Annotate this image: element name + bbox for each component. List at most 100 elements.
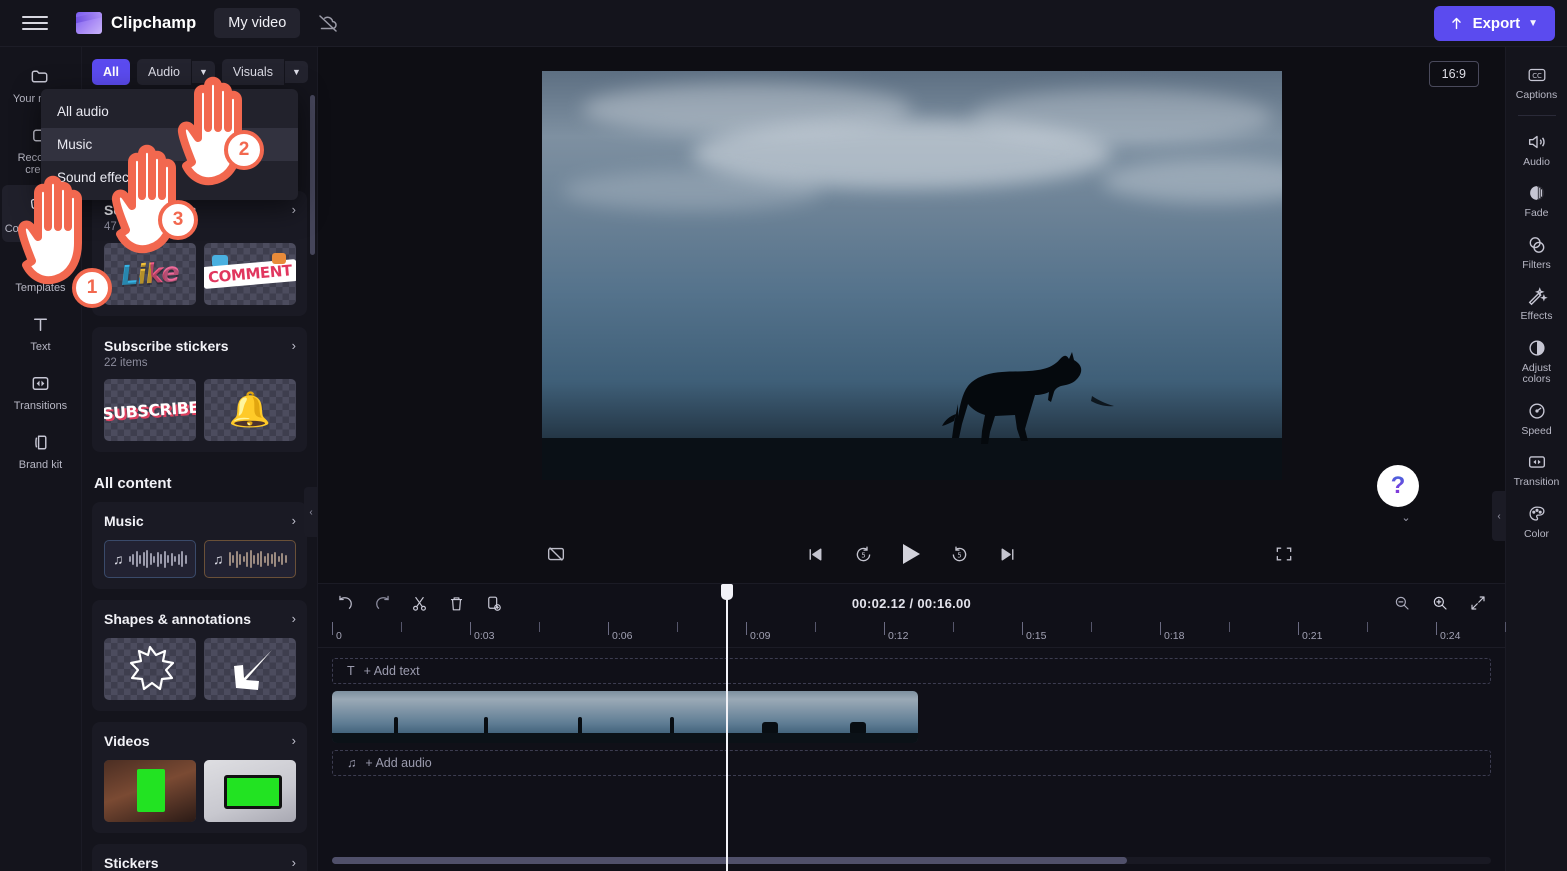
sidebar-label: Transitions: [13, 400, 68, 412]
chevron-right-icon[interactable]: ›: [286, 855, 296, 870]
video-preview[interactable]: [541, 70, 1282, 480]
crop-toggle-button[interactable]: [543, 541, 569, 567]
card-header[interactable]: Videos ›: [104, 733, 296, 750]
skip-start-button[interactable]: [803, 541, 829, 567]
chevron-right-icon[interactable]: ›: [286, 338, 296, 353]
help-button[interactable]: ?: [1377, 465, 1419, 507]
chevron-right-icon[interactable]: ›: [286, 733, 296, 748]
card-title: Videos: [104, 733, 150, 749]
sidebar-label: Brand kit: [18, 459, 63, 471]
chevron-down-icon[interactable]: ▼: [191, 61, 215, 83]
text-icon: [29, 312, 53, 336]
card-sound-effects[interactable]: Sound effects 47 items › Like COMMENT: [92, 191, 307, 316]
right-rail-collapse-handle[interactable]: ‹: [1492, 491, 1506, 541]
play-button[interactable]: [899, 541, 925, 567]
sidebar-item-text[interactable]: Text: [2, 303, 80, 360]
card-thumbs: Like COMMENT: [104, 243, 296, 305]
sidebar-item-templates[interactable]: Templates: [2, 244, 80, 301]
templates-icon: [29, 253, 53, 277]
ruler-label: 0:12: [888, 630, 909, 642]
chip-all[interactable]: All: [92, 59, 130, 85]
panel-scrollbar[interactable]: [310, 95, 315, 255]
card-header[interactable]: Sound effects 47 items ›: [104, 202, 296, 233]
card-stickers[interactable]: Stickers ›: [92, 844, 307, 871]
zoom-out-button[interactable]: [1391, 592, 1413, 614]
document-title[interactable]: My video: [214, 8, 301, 38]
timeline-ruler[interactable]: 0 0:03 0:06 0:09 0:12 0:15 0:18 0:21 0:2…: [318, 622, 1506, 648]
clipchamp-app: Clipchamp My video Export ▼ Your Record …: [0, 0, 1567, 871]
card-thumbs: [104, 760, 296, 822]
arrow-icon: [204, 638, 296, 700]
like-sticker-art: Like: [120, 256, 180, 292]
chevron-down-icon[interactable]: ▼: [284, 61, 308, 83]
card-header[interactable]: Music ›: [104, 513, 296, 530]
menu-item-all-audio[interactable]: All audio: [41, 95, 298, 128]
shape-thumb-arrow[interactable]: [204, 638, 296, 700]
card-header[interactable]: Stickers ›: [104, 855, 296, 871]
shape-thumb-burst[interactable]: [104, 638, 196, 700]
clip-thumbnails: [332, 711, 918, 735]
chevron-right-icon[interactable]: ›: [286, 202, 296, 217]
property-audio[interactable]: Audio: [1508, 124, 1566, 175]
ruler-label: 0:18: [1164, 630, 1185, 642]
property-transition[interactable]: Transition: [1508, 444, 1566, 495]
sticker-thumb-subscribe[interactable]: SUBSCRIBE: [104, 379, 196, 441]
music-thumb-1[interactable]: ♫: [104, 540, 196, 578]
fullscreen-button[interactable]: [1271, 541, 1297, 567]
card-subscribe-stickers[interactable]: Subscribe stickers 22 items › SUBSCRIBE …: [92, 327, 307, 452]
panel-scroll-area[interactable]: Sound effects 47 items › Like COMMENT Su…: [82, 95, 317, 871]
add-audio-track[interactable]: ♫ + Add audio: [332, 750, 1491, 776]
skip-end-button[interactable]: [995, 541, 1021, 567]
property-fade[interactable]: Fade: [1508, 175, 1566, 226]
add-text-track[interactable]: T + Add text: [332, 658, 1491, 684]
cloud-off-icon[interactable]: [316, 11, 340, 35]
property-adjust-colors[interactable]: Adjust colors: [1508, 330, 1566, 392]
starburst-icon: [104, 638, 196, 700]
property-label: Filters: [1522, 258, 1551, 271]
forward-5-button[interactable]: 5: [947, 541, 973, 567]
effects-icon: [1528, 287, 1548, 306]
zoom-in-button[interactable]: [1429, 592, 1451, 614]
video-clip[interactable]: [332, 691, 918, 743]
aspect-ratio-badge[interactable]: 16:9: [1428, 61, 1479, 87]
sticker-thumb-bell[interactable]: 🔔: [204, 379, 296, 441]
preview-ground: [541, 437, 1282, 480]
redo-button[interactable]: [371, 592, 393, 614]
property-effects[interactable]: Effects: [1508, 278, 1566, 329]
chevron-right-icon[interactable]: ›: [286, 513, 296, 528]
sidebar-label: Text: [30, 341, 51, 353]
card-music[interactable]: Music › ♫ ♫: [92, 502, 307, 589]
duplicate-button[interactable]: [482, 592, 504, 614]
music-thumb-2[interactable]: ♫: [204, 540, 296, 578]
chip-audio[interactable]: Audio: [136, 59, 191, 85]
card-videos[interactable]: Videos ›: [92, 722, 307, 833]
property-speed[interactable]: Speed: [1508, 393, 1566, 444]
export-button[interactable]: Export ▼: [1433, 5, 1555, 41]
undo-button[interactable]: [334, 592, 356, 614]
sidebar-item-transitions[interactable]: Transitions: [2, 362, 80, 419]
chip-visuals[interactable]: Visuals: [221, 59, 284, 85]
hamburger-icon[interactable]: [22, 10, 48, 36]
chevron-right-icon[interactable]: ›: [286, 611, 296, 626]
svg-text:CC: CC: [1532, 72, 1542, 80]
video-thumb-1[interactable]: [104, 760, 196, 822]
property-captions[interactable]: CC Captions: [1508, 57, 1566, 108]
split-button[interactable]: [408, 592, 430, 614]
panel-collapse-handle[interactable]: ‹: [304, 487, 318, 537]
property-label: Color: [1523, 527, 1550, 540]
sidebar-item-brand-kit[interactable]: Brand kit: [2, 421, 80, 478]
subscribe-sticker-art: SUBSCRIBE: [104, 397, 196, 423]
property-filters[interactable]: Filters: [1508, 227, 1566, 278]
card-shapes-annotations[interactable]: Shapes & annotations ›: [92, 600, 307, 711]
delete-button[interactable]: [445, 592, 467, 614]
menu-item-sound-effects[interactable]: Sound effects: [41, 161, 298, 194]
timeline-scrollbar[interactable]: [332, 857, 1127, 864]
card-header[interactable]: Subscribe stickers 22 items ›: [104, 338, 296, 369]
fit-timeline-button[interactable]: [1467, 592, 1489, 614]
sticker-thumb-comment[interactable]: COMMENT: [204, 243, 296, 305]
rewind-5-button[interactable]: 5: [851, 541, 877, 567]
video-thumb-2[interactable]: [204, 760, 296, 822]
card-header[interactable]: Shapes & annotations ›: [104, 611, 296, 628]
property-color[interactable]: Color: [1508, 496, 1566, 547]
sticker-thumb-like[interactable]: Like: [104, 243, 196, 305]
